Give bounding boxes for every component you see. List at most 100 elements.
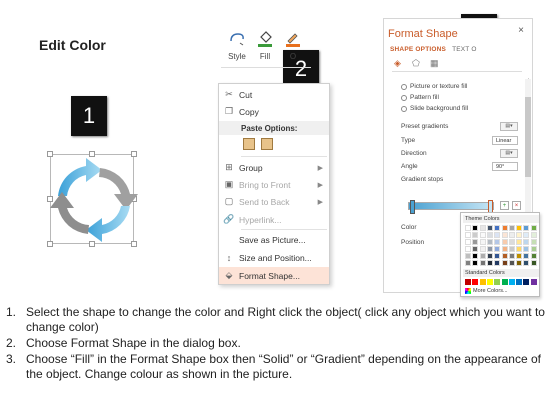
color-swatch[interactable] (472, 260, 479, 266)
color-swatch[interactable] (479, 253, 486, 259)
color-swatch[interactable] (486, 246, 493, 252)
menu-item-cut[interactable]: ✂ Cut (219, 86, 329, 103)
color-swatch[interactable] (479, 232, 486, 238)
color-swatch[interactable] (486, 232, 493, 238)
color-swatch[interactable] (523, 246, 530, 252)
color-swatch[interactable] (530, 232, 537, 238)
color-swatch[interactable] (516, 279, 523, 285)
menu-item-group[interactable]: ⊞ Group ▶ (219, 159, 329, 176)
fill-button[interactable]: Fill (251, 26, 279, 61)
menu-item-hyperlink[interactable]: 🔗 Hyperlink... (219, 211, 329, 228)
color-swatch[interactable] (530, 260, 537, 266)
circular-arrows-shape[interactable] (36, 148, 146, 252)
effects-icon[interactable]: ⬠ (412, 58, 420, 69)
color-swatch[interactable] (516, 246, 523, 252)
tab-shape-options[interactable]: SHAPE OPTIONS (390, 46, 446, 53)
color-swatch[interactable] (465, 246, 471, 252)
color-swatch[interactable] (465, 260, 471, 266)
picture-fill-option[interactable]: Picture or texture fill (401, 83, 467, 90)
color-swatch[interactable] (494, 253, 501, 259)
pattern-fill-option[interactable]: Pattern fill (401, 94, 439, 101)
color-swatch[interactable] (486, 253, 493, 259)
color-swatch[interactable] (501, 279, 508, 285)
preset-gradients-dropdown[interactable]: ▤▾ (500, 122, 518, 131)
color-swatch[interactable] (501, 253, 508, 259)
color-swatch[interactable] (479, 239, 486, 245)
size-properties-icon[interactable]: ▦ (430, 58, 439, 69)
color-swatch[interactable] (501, 239, 508, 245)
color-swatch[interactable] (494, 246, 501, 252)
color-swatch[interactable] (494, 225, 501, 231)
color-swatch[interactable] (530, 246, 537, 252)
menu-item-size-and-position[interactable]: ↕ Size and Position... (219, 249, 329, 266)
color-swatch[interactable] (508, 232, 515, 238)
color-swatch[interactable] (465, 279, 471, 285)
color-swatch[interactable] (508, 260, 515, 266)
color-swatch[interactable] (523, 253, 530, 259)
color-swatch[interactable] (501, 246, 508, 252)
color-swatch[interactable] (472, 232, 479, 238)
remove-stop-icon[interactable]: × (512, 201, 521, 210)
color-swatch[interactable] (508, 246, 515, 252)
color-swatch[interactable] (501, 225, 508, 231)
color-swatch[interactable] (465, 225, 471, 231)
color-swatch[interactable] (472, 253, 479, 259)
type-dropdown[interactable]: Linear (492, 136, 518, 145)
color-swatch[interactable] (523, 260, 530, 266)
color-swatch[interactable] (508, 279, 515, 285)
color-swatch[interactable] (523, 279, 530, 285)
scrollbar-thumb[interactable] (525, 97, 531, 177)
color-swatch[interactable] (494, 239, 501, 245)
color-swatch[interactable] (523, 232, 530, 238)
gradient-stops-bar[interactable] (408, 202, 494, 210)
color-swatch[interactable] (530, 253, 537, 259)
angle-field[interactable]: 90° (492, 162, 518, 171)
color-swatch[interactable] (486, 225, 493, 231)
color-swatch[interactable] (508, 239, 515, 245)
add-stop-icon[interactable]: + (500, 201, 509, 210)
color-swatch[interactable] (516, 253, 523, 259)
slide-background-fill-option[interactable]: Slide background fill (401, 105, 468, 112)
color-swatch[interactable] (501, 232, 508, 238)
color-swatch[interactable] (530, 225, 537, 231)
more-colors-item[interactable]: More Colors... (465, 288, 508, 294)
paste-picture-icon[interactable] (261, 138, 273, 150)
color-swatch[interactable] (465, 253, 471, 259)
color-swatch[interactable] (494, 260, 501, 266)
menu-item-format-shape[interactable]: ⬙ Format Shape... (219, 267, 329, 284)
color-swatch[interactable] (479, 260, 486, 266)
style-button[interactable]: Style (223, 26, 251, 61)
close-icon[interactable]: × (518, 25, 524, 36)
radio-button[interactable] (401, 94, 407, 101)
direction-dropdown[interactable]: ▤▾ (500, 149, 518, 158)
color-swatch[interactable] (472, 225, 479, 231)
color-swatch[interactable] (516, 260, 523, 266)
fill-line-icon[interactable]: ◈ (394, 58, 401, 69)
color-swatch[interactable] (501, 260, 508, 266)
color-swatch[interactable] (479, 225, 486, 231)
color-swatch[interactable] (486, 260, 493, 266)
color-swatch[interactable] (508, 253, 515, 259)
tab-text-options[interactable]: TEXT O (452, 46, 477, 53)
color-swatch[interactable] (523, 239, 530, 245)
color-swatch[interactable] (494, 279, 501, 285)
color-swatch[interactable] (530, 279, 537, 285)
color-swatch[interactable] (516, 239, 523, 245)
color-swatch[interactable] (465, 232, 471, 238)
color-swatch[interactable] (516, 232, 523, 238)
color-swatch[interactable] (508, 225, 515, 231)
color-swatch[interactable] (472, 246, 479, 252)
radio-button[interactable] (401, 83, 407, 90)
color-swatch[interactable] (486, 279, 493, 285)
color-swatch[interactable] (486, 239, 493, 245)
menu-item-copy[interactable]: ❐ Copy (219, 103, 329, 120)
color-swatch[interactable] (472, 279, 479, 285)
color-swatch[interactable] (530, 239, 537, 245)
color-swatch[interactable] (472, 239, 479, 245)
menu-item-save-as-picture[interactable]: Save as Picture... (219, 231, 329, 248)
radio-button[interactable] (401, 105, 407, 112)
color-swatch[interactable] (516, 225, 523, 231)
menu-item-send-to-back[interactable]: ▢ Send to Back ▶ (219, 193, 329, 210)
color-swatch[interactable] (523, 225, 530, 231)
gradient-stop-handle[interactable] (410, 200, 415, 214)
